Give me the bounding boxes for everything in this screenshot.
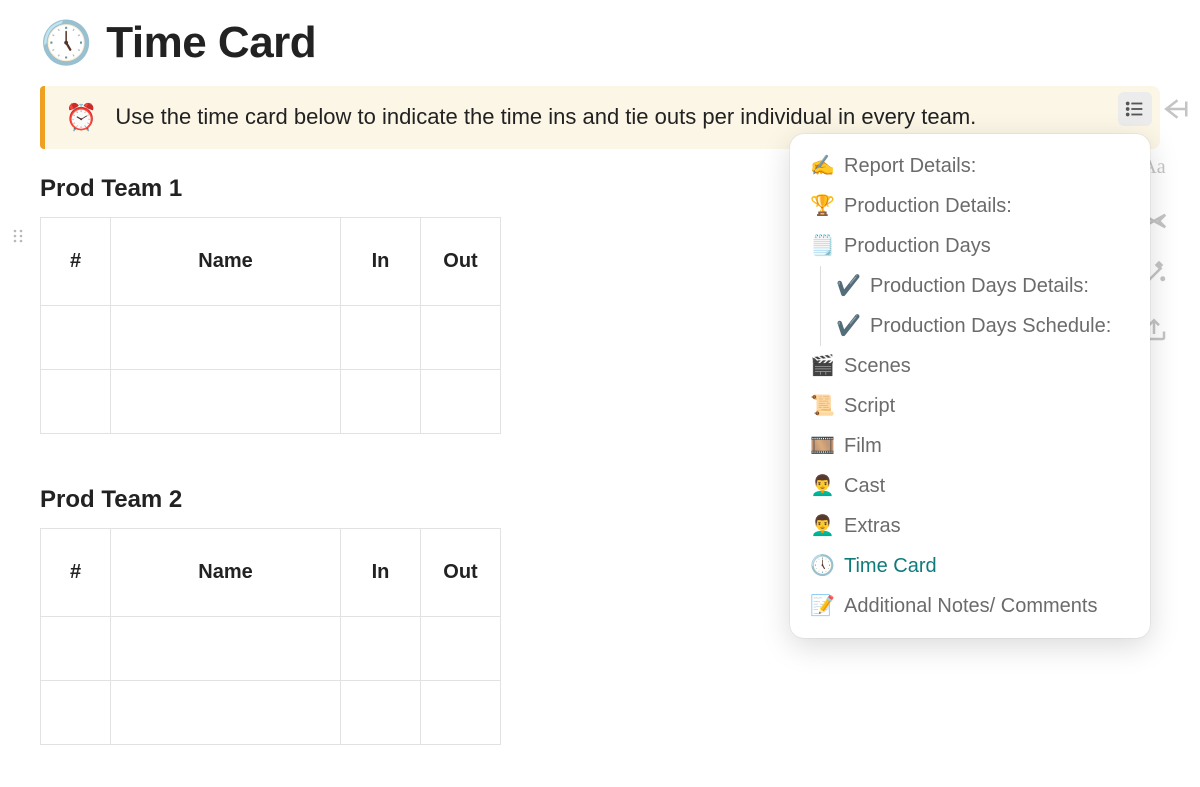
outline-item[interactable]: 📜 Script: [796, 386, 1144, 426]
outline-item-icon: 🗒️: [810, 234, 834, 258]
outline-item-label: Production Details:: [844, 194, 1012, 218]
callout-text: Use the time card below to indicate the …: [115, 103, 976, 132]
outline-item-icon: 🏆: [810, 194, 834, 218]
outline-item[interactable]: ✔️ Production Days Details:: [796, 266, 1144, 306]
table-header-row: # Name In Out: [41, 529, 501, 617]
timecard-table-team1: # Name In Out: [40, 217, 501, 434]
outline-item[interactable]: ✍️ Report Details:: [796, 146, 1144, 186]
alarm-clock-icon: ⏰: [65, 102, 97, 133]
outline-item-icon: 🎬: [810, 354, 834, 378]
page-title: Time Card: [106, 18, 316, 68]
col-header-in: In: [341, 529, 421, 617]
drag-handle-icon[interactable]: [10, 228, 28, 246]
outline-item[interactable]: 👨‍🦱 Cast: [796, 466, 1144, 506]
outline-item-label: Extras: [844, 514, 901, 538]
outline-item-icon: 🕔: [810, 554, 834, 578]
outline-item[interactable]: 🗒️ Production Days: [796, 226, 1144, 266]
outline-toggle-button[interactable]: [1118, 92, 1152, 126]
table-row[interactable]: [41, 681, 501, 745]
outline-item-label: Production Days: [844, 234, 991, 258]
col-header-number: #: [41, 218, 111, 306]
outline-item-label: Additional Notes/ Comments: [844, 594, 1097, 618]
outline-item[interactable]: 👨‍🦱 Extras: [796, 506, 1144, 546]
outline-item[interactable]: ✔️ Production Days Schedule:: [796, 306, 1144, 346]
outline-item-label: Report Details:: [844, 154, 976, 178]
table-row[interactable]: [41, 306, 501, 370]
table-row[interactable]: [41, 617, 501, 681]
col-header-in: In: [341, 218, 421, 306]
table-row[interactable]: [41, 370, 501, 434]
outline-item[interactable]: 🕔 Time Card: [796, 546, 1144, 586]
outline-item[interactable]: 🎬 Scenes: [796, 346, 1144, 386]
outline-item-icon: 👨‍🦱: [810, 474, 834, 498]
outline-item-label: Time Card: [844, 554, 937, 578]
outline-item-label: Scenes: [844, 354, 911, 378]
outline-item[interactable]: 🏆 Production Details:: [796, 186, 1144, 226]
col-header-name: Name: [111, 218, 341, 306]
outline-item-icon: 📜: [810, 394, 834, 418]
outline-item-label: Cast: [844, 474, 885, 498]
page: 🕔 Time Card ⏰ Use the time card below to…: [0, 0, 1200, 787]
outline-item-label: Production Days Details:: [870, 274, 1089, 298]
col-header-name: Name: [111, 529, 341, 617]
col-header-number: #: [41, 529, 111, 617]
outline-item-label: Script: [844, 394, 895, 418]
col-header-out: Out: [421, 218, 501, 306]
outline-item-icon: 📝: [810, 594, 834, 618]
outline-item-icon: ✍️: [810, 154, 834, 178]
outline-item-icon: 👨‍🦱: [810, 514, 834, 538]
outline-panel: ✍️ Report Details: 🏆 Production Details: 🗒️ P…: [790, 134, 1150, 638]
timecard-table-team2: # Name In Out: [40, 528, 501, 745]
col-header-out: Out: [421, 529, 501, 617]
outline-item-label: Film: [844, 434, 882, 458]
outline-item[interactable]: 🎞️ Film: [796, 426, 1144, 466]
table-header-row: # Name In Out: [41, 218, 501, 306]
outline-item-icon: ✔️: [836, 274, 860, 298]
outline-item-label: Production Days Schedule:: [870, 314, 1111, 338]
page-emoji: 🕔: [40, 22, 92, 64]
outline-item-icon: ✔️: [836, 314, 860, 338]
outline-item-icon: 🎞️: [810, 434, 834, 458]
page-title-row: 🕔 Time Card: [40, 18, 1160, 68]
outline-item[interactable]: 📝 Additional Notes/ Comments: [796, 586, 1144, 626]
collapse-arrow-icon[interactable]: [1160, 96, 1190, 122]
